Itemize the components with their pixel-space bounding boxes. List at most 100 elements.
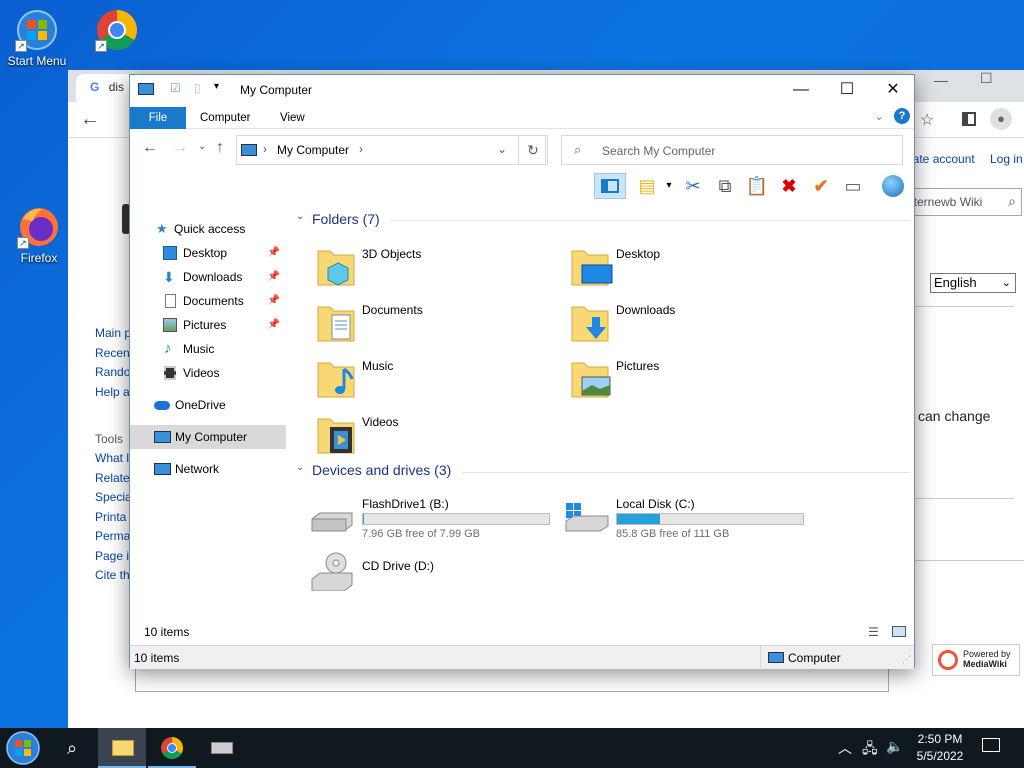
nav-network[interactable]: Network [130, 457, 286, 481]
nav-my-computer[interactable]: My Computer [130, 425, 286, 449]
chrome-maximize-button[interactable]: ☐ [980, 70, 993, 87]
nav-pictures[interactable]: Pictures 📌 [130, 313, 286, 337]
group-divider [390, 220, 910, 221]
folder-documents[interactable]: Documents [292, 299, 532, 349]
help-icon[interactable]: ? [894, 108, 910, 124]
group-divider [462, 472, 910, 473]
wiki-log-in-link[interactable]: Log in [990, 152, 1023, 166]
close-button[interactable]: ✕ [870, 75, 916, 105]
globe-icon[interactable] [880, 173, 906, 199]
address-box[interactable]: › My Computer › ⌄ [236, 135, 546, 165]
folder-downloads[interactable]: Downloads [546, 299, 786, 349]
devices-collapse-chevron-icon[interactable]: ⌄ [296, 462, 304, 473]
tab-file[interactable]: File [130, 107, 186, 129]
folders-collapse-chevron-icon[interactable]: ⌄ [296, 211, 304, 222]
taskbar-file-explorer[interactable] [98, 728, 146, 768]
properties-icon[interactable]: ☑ [170, 81, 181, 95]
chrome-tab[interactable]: G dis [76, 74, 136, 102]
side-panel-icon[interactable] [962, 112, 976, 126]
taskbar-clock[interactable]: 2:50 PM 5/5/2022 [910, 731, 970, 765]
quick-access-toolbar: ☑ ▯ ▾ [160, 81, 230, 99]
desktop-icon-chrome[interactable]: ↗ [82, 8, 152, 54]
pin-icon[interactable]: 📌 [268, 313, 280, 337]
nav-onedrive[interactable]: OneDrive [130, 393, 286, 417]
volume-icon[interactable]: 🔈 [886, 738, 903, 755]
rename-icon[interactable]: ▭ [840, 173, 866, 199]
folders-group-header[interactable]: Folders (7) [312, 211, 380, 227]
wiki-create-account-link[interactable]: eate account [906, 152, 975, 166]
nav-downloads[interactable]: ⬇ Downloads 📌 [130, 265, 286, 289]
wiki-divider [914, 306, 1014, 307]
tab-view[interactable]: View [268, 107, 317, 129]
language-select[interactable]: English ⌄ [930, 273, 1016, 293]
drive-local-disk-c[interactable]: Local Disk (C:) 85.8 GB free of 111 GB [564, 497, 814, 547]
drive-cd-d[interactable]: CD Drive (D:) [310, 552, 560, 609]
tab-computer[interactable]: Computer [188, 107, 263, 129]
drive-flashdrive-b[interactable]: FlashDrive1 (B:) 7.96 GB free of 7.99 GB [310, 497, 560, 547]
up-arrow-icon[interactable]: ↑ [216, 139, 224, 157]
devices-group-header[interactable]: Devices and drives (3) [312, 462, 451, 478]
nav-documents[interactable]: Documents 📌 [130, 289, 286, 313]
pin-icon[interactable]: 📌 [268, 265, 280, 289]
recent-locations-dropdown-icon[interactable]: ⌄ [198, 141, 206, 152]
powered-by-mediawiki-badge[interactable]: Powered by MediaWiki [932, 644, 1020, 676]
dropdown-arrow-icon[interactable]: ▾ [656, 173, 682, 199]
taskbar-search-icon[interactable]: ⌕ [52, 728, 92, 768]
show-hidden-icons-chevron-icon[interactable]: ︿ [838, 738, 852, 758]
pin-icon[interactable]: 📌 [268, 241, 280, 265]
preview-pane-icon[interactable] [594, 173, 626, 199]
nav-desktop[interactable]: Desktop 📌 [130, 241, 286, 265]
expand-ribbon-icon[interactable]: ⌄ [874, 109, 884, 123]
wiki-divider [914, 560, 1024, 561]
chrome-dialog-shadow-box [135, 666, 889, 692]
chrome-minimize-button[interactable]: — [934, 72, 948, 88]
breadcrumb-chevron-icon[interactable]: › [359, 142, 363, 156]
notifications-icon[interactable] [982, 738, 1000, 752]
computer-icon [138, 83, 154, 95]
resize-grip-icon[interactable]: ⋰ [902, 654, 911, 665]
folder-videos[interactable]: Videos [292, 411, 532, 461]
wiki-search-input[interactable]: iternewb Wiki ⌕ [906, 188, 1022, 216]
nav-videos[interactable]: Videos [130, 361, 286, 385]
minimize-button[interactable]: — [778, 75, 824, 105]
maximize-button[interactable]: ☐ [824, 75, 870, 105]
address-history-dropdown-icon[interactable]: ⌄ [497, 142, 507, 156]
back-arrow-icon[interactable]: ← [80, 108, 100, 131]
desktop-icon-start-menu[interactable]: ↗ Start Menu [2, 8, 72, 68]
start-button[interactable] [0, 728, 46, 768]
search-icon[interactable]: ⌕ [1008, 193, 1016, 210]
checkmark-icon[interactable]: ✔ [808, 173, 834, 199]
paste-icon[interactable]: 📋 [744, 173, 770, 199]
refresh-button[interactable]: ↻ [518, 135, 548, 165]
pin-icon[interactable]: 📌 [268, 289, 280, 313]
computer-icon [154, 431, 171, 443]
search-input[interactable]: ⌕ Search My Computer [561, 135, 903, 165]
copy-icon[interactable]: ⧉ [712, 173, 738, 199]
file-explorer-icon [112, 740, 134, 756]
shortcut-arrow-icon: ↗ [95, 40, 107, 52]
large-icons-view-icon[interactable] [892, 626, 906, 637]
new-folder-icon[interactable]: ▯ [194, 81, 201, 95]
cut-icon[interactable]: ✂ [680, 173, 706, 199]
forward-arrow-icon[interactable]: → [172, 139, 188, 157]
pictures-folder-icon [570, 355, 611, 399]
customize-dropdown-icon[interactable]: ▾ [214, 81, 219, 92]
taskbar-app-drive[interactable] [200, 728, 244, 768]
folder-pictures[interactable]: Pictures [546, 355, 786, 405]
network-tray-icon[interactable]: 🖧 [862, 738, 878, 762]
nav-music[interactable]: ♪ Music [130, 337, 286, 361]
chrome-tab-title: dis [108, 80, 125, 94]
desktop-icon-firefox[interactable]: ↗ Firefox [4, 205, 74, 265]
title-bar[interactable]: ☑ ▯ ▾ My Computer — ☐ ✕ [130, 75, 914, 105]
folder-3d-objects[interactable]: 3D Objects [292, 243, 532, 293]
folder-music[interactable]: Music [292, 355, 532, 405]
star-icon[interactable]: ☆ [920, 110, 934, 130]
profile-avatar[interactable]: ● [990, 108, 1012, 130]
taskbar-chrome[interactable] [148, 728, 196, 768]
delete-icon[interactable]: ✖ [776, 173, 802, 199]
nav-quick-access[interactable]: ★ Quick access [130, 217, 286, 241]
breadcrumb-my-computer[interactable]: My Computer [277, 143, 349, 157]
folder-desktop[interactable]: Desktop [546, 243, 786, 293]
back-arrow-icon[interactable]: ← [142, 139, 158, 157]
details-view-icon[interactable]: ☰ [868, 625, 879, 639]
